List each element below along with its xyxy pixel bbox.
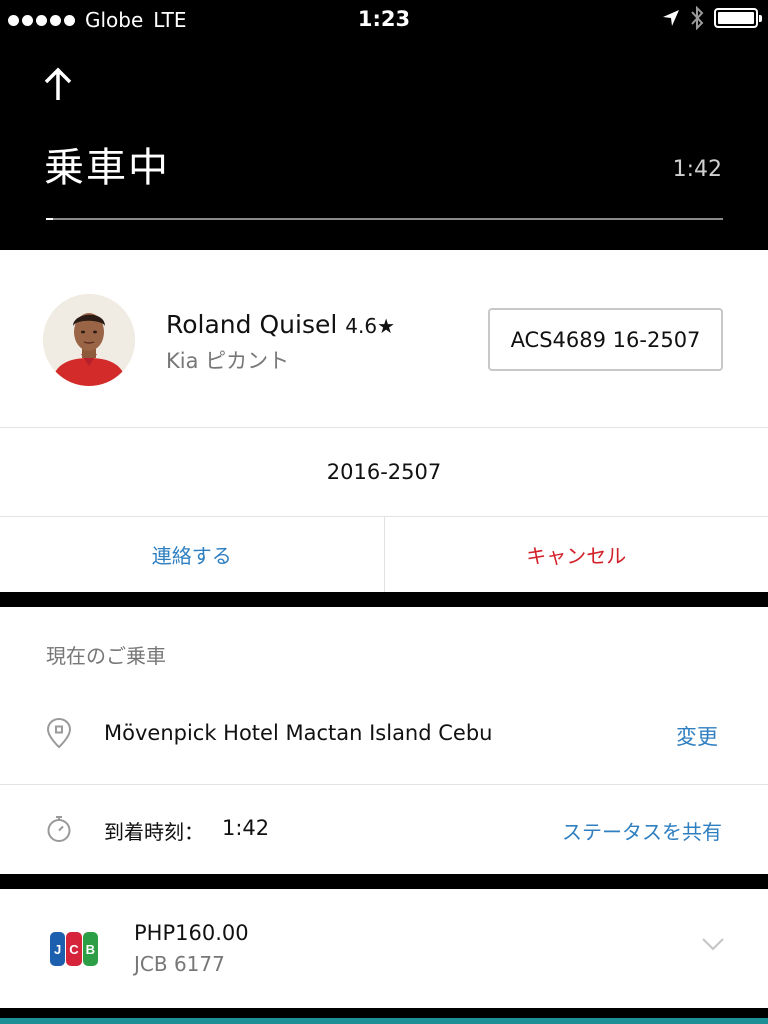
trip-progress-bar (46, 218, 723, 220)
destination-address: Mövenpick Hotel Mactan Island Cebu (104, 721, 493, 745)
driver-actions: 連絡する キャンセル (0, 517, 768, 592)
status-bar-right (662, 6, 762, 30)
driver-avatar[interactable] (43, 294, 135, 386)
chevron-down-icon[interactable] (702, 937, 724, 951)
driver-rating: 4.6★ (345, 314, 396, 338)
trip-status-title: 乗車中 (44, 145, 170, 191)
trip-header: 乗車中 1:42 (0, 40, 768, 250)
driver-card: Roland Quisel 4.6★ Kia ピカント ACS4689 16-2… (0, 250, 768, 428)
fare-amount: PHP160.00 (134, 921, 249, 945)
stopwatch-icon (47, 816, 71, 842)
change-destination-link[interactable]: 変更 (676, 721, 718, 751)
license-plate-badge: ACS4689 16-2507 (488, 308, 723, 371)
jcb-logo-j: J (50, 932, 66, 966)
arrival-time-label: 到着時刻： (104, 820, 204, 844)
share-status-link[interactable]: ステータスを共有 (562, 816, 722, 845)
section-title-current-ride: 現在のご乗車 (46, 644, 166, 668)
arrival-row: 到着時刻： 1:42 ステータスを共有 (0, 785, 768, 874)
destination-row: Mövenpick Hotel Mactan Island Cebu 変更 (0, 685, 768, 785)
jcb-logo: J C B (50, 932, 98, 966)
payment-card-label: JCB 6177 (134, 952, 225, 976)
jcb-logo-c: C (66, 932, 82, 966)
location-arrow-icon (663, 10, 679, 26)
status-time: 1:23 (357, 7, 411, 31)
driver-photo (43, 294, 135, 386)
collapse-arrow-up-icon[interactable] (42, 66, 74, 102)
location-pin-icon (46, 717, 72, 749)
driver-name-row: Roland Quisel 4.6★ (166, 310, 395, 339)
payment-method-row[interactable]: J C B PHP160.00 JCB 6177 (0, 889, 768, 1008)
vehicle-model: Kia ピカント (166, 349, 290, 373)
jcb-logo-b: B (82, 932, 98, 966)
battery-icon (714, 8, 762, 28)
driver-name: Roland Quisel (166, 310, 338, 339)
bottom-accent-strip (0, 1018, 768, 1024)
vehicle-plate-number: 2016-2507 (0, 428, 768, 517)
trip-eta: 1:42 (672, 157, 722, 182)
contact-driver-button[interactable]: 連絡する (0, 517, 385, 592)
current-ride-card: 現在のご乗車 Mövenpick Hotel Mactan Island Ceb… (0, 607, 768, 874)
arrival-time-value: 1:42 (222, 816, 270, 840)
status-bar: Globe LTE 1:23 (0, 0, 768, 40)
bluetooth-icon (691, 6, 704, 30)
cancel-ride-button[interactable]: キャンセル (385, 517, 768, 592)
trip-progress-fill (46, 218, 53, 220)
